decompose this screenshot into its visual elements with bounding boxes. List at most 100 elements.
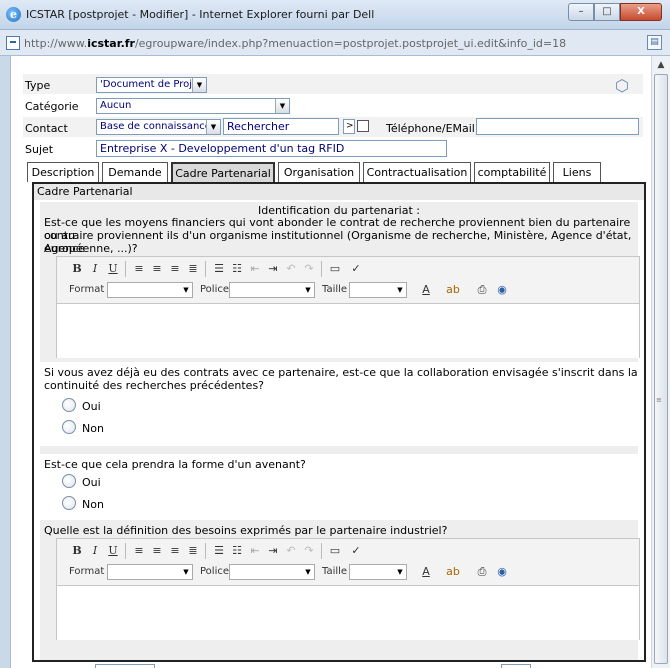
continuity-no-label: Non (82, 422, 104, 435)
table-icon[interactable]: ▭ (327, 260, 343, 278)
page-viewport: Type 'Document de Projet' ▼ ⬡ Catégorie … (10, 56, 651, 668)
chevron-down-icon: ▼ (183, 568, 189, 576)
align-right-icon[interactable]: ≡ (167, 260, 183, 278)
chevron-down-icon: ▼ (192, 78, 206, 92)
category-select[interactable]: Aucun ▼ (96, 98, 290, 114)
tab-liens[interactable]: Liens (553, 162, 601, 182)
numbered-list-icon[interactable]: ☰ (211, 542, 227, 560)
size-select[interactable]: ▼ (349, 564, 407, 580)
redo-icon[interactable]: ↷ (301, 260, 317, 278)
align-left-icon[interactable]: ≡ (131, 542, 147, 560)
highlight-color-button[interactable]: ab (441, 281, 465, 299)
font-label: Police (200, 284, 229, 295)
contact-search-go-button[interactable]: > (343, 119, 355, 134)
format-select[interactable]: ▼ (107, 282, 193, 298)
close-button[interactable]: X (620, 3, 662, 21)
align-center-icon[interactable]: ≡ (149, 542, 165, 560)
type-label: Type (25, 79, 51, 92)
editor-content-area[interactable] (57, 303, 639, 358)
continuity-yes-radio[interactable] (62, 398, 76, 412)
format-select[interactable]: ▼ (107, 564, 193, 580)
toolbar-separator (205, 261, 206, 277)
table-icon[interactable]: ▭ (327, 542, 343, 560)
undo-icon[interactable]: ↶ (283, 260, 299, 278)
book-icon[interactable]: ⬡ (615, 76, 629, 95)
tab-organisation[interactable]: Organisation (278, 162, 360, 182)
redo-icon[interactable]: ↷ (301, 542, 317, 560)
preview-icon[interactable]: ⎙ (473, 563, 491, 581)
font-color-button[interactable]: A (415, 563, 437, 581)
editor-content-area[interactable] (57, 585, 639, 640)
contact-checkbox[interactable] (357, 120, 369, 132)
status-select[interactable] (95, 664, 155, 668)
url-path: /egroupware/index.php?menuaction=postpro… (134, 37, 567, 50)
format-label: Format (69, 284, 105, 295)
align-left-icon[interactable]: ≡ (131, 260, 147, 278)
underline-button[interactable]: U (105, 542, 121, 560)
chevron-down-icon: ▼ (275, 99, 289, 113)
italic-button[interactable]: I (87, 260, 103, 278)
highlight-color-button[interactable]: ab (441, 563, 465, 581)
url-text[interactable]: http://www.icstar.fr/egroupware/index.ph… (24, 37, 566, 50)
font-label: Police (200, 566, 229, 577)
font-select[interactable]: ▼ (229, 564, 315, 580)
indent-icon[interactable]: ⇥ (265, 260, 281, 278)
vertical-scrollbar[interactable]: ▲ ≡ (651, 56, 670, 668)
phone-label: Téléphone/EMail (386, 122, 475, 135)
align-justify-icon[interactable]: ≣ (185, 260, 201, 278)
window-titlebar: e ICSTAR [postprojet - Modifier] - Inter… (0, 0, 670, 30)
bullet-list-icon[interactable]: ☷ (229, 542, 245, 560)
tab-cadre-partenarial[interactable]: Cadre Partenarial (171, 162, 275, 182)
minimize-button[interactable]: – (568, 3, 594, 21)
tab-description[interactable]: Description (27, 162, 99, 182)
help-icon[interactable]: ◉ (493, 563, 511, 581)
indent-icon[interactable]: ⇥ (265, 542, 281, 560)
scrollbar-grip-icon: ≡ (656, 396, 662, 404)
editor-toolbar: B I U ≡ ≡ ≡ ≣ ☰ ☷ ⇤ ⇥ ↶ ↷ ▭ ✓ Format ▼ P… (57, 539, 639, 585)
maximize-button[interactable]: □ (594, 3, 620, 21)
bold-button[interactable]: B (69, 542, 85, 560)
scrollbar-thumb[interactable] (654, 74, 668, 664)
continuity-no-radio[interactable] (62, 420, 76, 434)
align-center-icon[interactable]: ≡ (149, 260, 165, 278)
panel-title: Cadre Partenarial (34, 184, 644, 200)
align-justify-icon[interactable]: ≣ (185, 542, 201, 560)
spellcheck-icon[interactable]: ✓ (347, 260, 365, 278)
bullet-list-icon[interactable]: ☷ (229, 260, 245, 278)
amendment-no-radio[interactable] (62, 496, 76, 510)
preview-icon[interactable]: ⎙ (473, 281, 491, 299)
page-feed-icon[interactable]: ▤ (647, 35, 662, 50)
undo-icon[interactable]: ↶ (283, 542, 299, 560)
page-icon (6, 36, 20, 50)
outdent-icon[interactable]: ⇤ (247, 260, 263, 278)
bold-button[interactable]: B (69, 260, 85, 278)
subject-input[interactable]: Entreprise X - Developpement d'un tag RF… (96, 140, 447, 157)
question-continuity-line-1: Si vous avez déjà eu des contrats avec c… (44, 366, 638, 379)
contact-source-select[interactable]: Base de connaissances ▼ (96, 119, 221, 135)
underline-button[interactable]: U (105, 260, 121, 278)
progress-select[interactable] (501, 664, 531, 668)
tab-comptabilite[interactable]: comptabilité (474, 162, 550, 182)
numbered-list-icon[interactable]: ☰ (211, 260, 227, 278)
url-domain: icstar.fr (87, 37, 135, 50)
category-label: Catégorie (25, 100, 79, 113)
scroll-up-arrow-icon[interactable]: ▲ (654, 58, 668, 72)
spellcheck-icon[interactable]: ✓ (347, 542, 365, 560)
font-select[interactable]: ▼ (229, 282, 315, 298)
align-right-icon[interactable]: ≡ (167, 542, 183, 560)
toolbar-separator (205, 543, 206, 559)
amendment-yes-radio[interactable] (62, 474, 76, 488)
type-select[interactable]: 'Document de Projet' ▼ (96, 77, 207, 93)
italic-button[interactable]: I (87, 542, 103, 560)
phone-input[interactable] (476, 118, 639, 135)
font-color-button[interactable]: A (415, 281, 437, 299)
question-financing-line-3: européenne, ...)? (44, 242, 138, 255)
tab-contractualisation[interactable]: Contractualisation (363, 162, 471, 182)
outdent-icon[interactable]: ⇤ (247, 542, 263, 560)
continuity-yes-label: Oui (82, 400, 101, 413)
contact-search-input[interactable]: Rechercher (223, 118, 339, 135)
size-select[interactable]: ▼ (349, 282, 407, 298)
toolbar-separator (321, 261, 322, 277)
help-icon[interactable]: ◉ (493, 281, 511, 299)
tab-demande[interactable]: Demande (102, 162, 168, 182)
